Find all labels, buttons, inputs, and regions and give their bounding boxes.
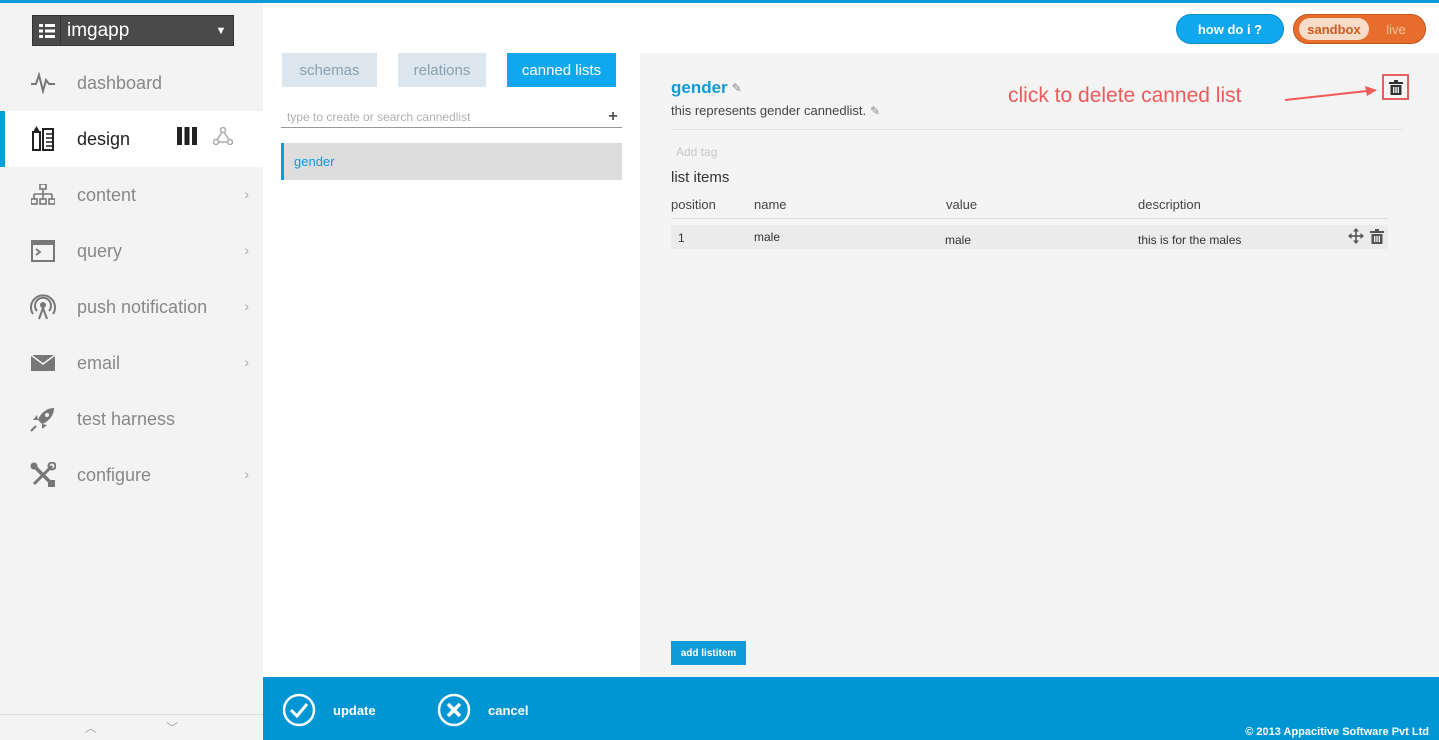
- sidebar-item-label: email: [77, 352, 121, 373]
- cancel-button[interactable]: cancel: [437, 693, 528, 727]
- column-header-position: position: [671, 197, 716, 212]
- terminal-icon: [28, 236, 58, 266]
- chevron-right-icon: ›: [244, 186, 249, 202]
- add-tag-input[interactable]: Add tag: [676, 145, 717, 159]
- chevron-up-icon[interactable]: ︿: [85, 719, 97, 736]
- sidebar-item-test-harness[interactable]: test harness: [0, 391, 263, 447]
- sidebar-item-query[interactable]: query ›: [0, 223, 263, 279]
- sidebar-item-email[interactable]: email ›: [0, 335, 263, 391]
- sidebar: imgapp ▼ dashboard design content › quer…: [0, 3, 263, 740]
- cannedlist-item[interactable]: gender: [281, 143, 622, 180]
- chevron-right-icon: ›: [244, 298, 249, 314]
- list-icon: [33, 16, 61, 45]
- update-button[interactable]: update: [282, 693, 376, 727]
- divider: [671, 129, 1403, 130]
- trash-icon: [1388, 79, 1403, 95]
- annotation-label: click to delete canned list: [1008, 84, 1242, 107]
- chevron-right-icon: ›: [244, 242, 249, 258]
- cell-name[interactable]: male: [754, 230, 780, 244]
- sidebar-scroll-controls: ︿ ﹀: [0, 714, 263, 740]
- sidebar-nav: dashboard design content › query › push …: [0, 55, 263, 503]
- divider: [671, 218, 1388, 219]
- sidebar-item-label: test harness: [77, 408, 176, 429]
- list-items-heading: list items: [671, 169, 730, 186]
- chevron-right-icon: ›: [244, 354, 249, 370]
- sidebar-item-label: content: [77, 184, 137, 205]
- cannedlist-search-input[interactable]: [281, 109, 604, 124]
- cannedlist-detail-panel: gender ✎ this represents gender cannedli…: [640, 53, 1439, 677]
- app-name: imgapp: [67, 19, 130, 41]
- sitemap-icon: [28, 180, 58, 210]
- tools-icon: [28, 460, 58, 490]
- cannedlist-title-row: gender ✎: [671, 78, 742, 98]
- design-icon: [28, 124, 58, 154]
- sidebar-item-label: design: [77, 128, 131, 149]
- column-header-name: name: [754, 197, 787, 212]
- columns-icon[interactable]: [177, 127, 197, 150]
- column-header-value: value: [946, 197, 978, 212]
- add-listitem-button[interactable]: add listitem: [671, 641, 746, 665]
- table-row: 1 male male this is for the males: [671, 225, 1388, 249]
- env-live-option[interactable]: live: [1369, 22, 1423, 37]
- chevron-right-icon: ›: [244, 466, 249, 482]
- row-actions: [1348, 228, 1384, 244]
- cell-position[interactable]: 1: [678, 231, 685, 245]
- trash-icon[interactable]: [1370, 228, 1384, 244]
- cancel-label: cancel: [488, 702, 529, 718]
- sidebar-item-design[interactable]: design: [0, 111, 263, 167]
- plus-icon[interactable]: +: [604, 108, 622, 126]
- column-header-description: description: [1138, 197, 1201, 212]
- move-icon[interactable]: [1348, 228, 1364, 244]
- design-view-switch: [177, 126, 234, 150]
- sidebar-item-dashboard[interactable]: dashboard: [0, 55, 263, 111]
- cannedlist-title[interactable]: gender: [671, 78, 728, 98]
- sidebar-item-label: dashboard: [77, 72, 163, 93]
- app-selector[interactable]: imgapp ▼: [32, 15, 234, 46]
- tab-relations[interactable]: relations: [398, 53, 486, 87]
- env-sandbox-option[interactable]: sandbox: [1299, 18, 1369, 40]
- broadcast-icon: [28, 292, 58, 322]
- sidebar-item-content[interactable]: content ›: [0, 167, 263, 223]
- how-do-i-button[interactable]: how do i ?: [1176, 14, 1284, 44]
- cannedlist-search: +: [281, 106, 622, 128]
- delete-cannedlist-button[interactable]: [1382, 74, 1409, 100]
- close-circle-icon: [437, 693, 471, 727]
- pencil-icon[interactable]: ✎: [870, 104, 880, 118]
- chevron-down-icon[interactable]: ﹀: [166, 719, 178, 736]
- pulse-icon: [28, 68, 58, 98]
- sidebar-item-label: query: [77, 240, 123, 261]
- tab-schemas[interactable]: schemas: [282, 53, 377, 87]
- copyright-text: © 2013 Appacitive Software Pvt Ltd: [1245, 726, 1429, 738]
- rocket-icon: [28, 404, 58, 434]
- graph-icon[interactable]: [212, 126, 234, 150]
- annotation-arrow-icon: [1284, 86, 1377, 101]
- cannedlist-description[interactable]: this represents gender cannedlist.: [671, 103, 866, 118]
- tab-canned-lists[interactable]: canned lists: [507, 53, 616, 87]
- sidebar-item-label: push notification: [77, 296, 208, 317]
- envelope-icon: [28, 348, 58, 378]
- sidebar-item-push-notification[interactable]: push notification ›: [0, 279, 263, 335]
- sidebar-item-configure[interactable]: configure ›: [0, 447, 263, 503]
- sidebar-item-label: configure: [77, 464, 152, 485]
- pencil-icon[interactable]: ✎: [732, 81, 742, 95]
- check-circle-icon: [282, 693, 316, 727]
- cell-description[interactable]: this is for the males: [1138, 233, 1241, 247]
- caret-down-icon: ▼: [215, 24, 227, 37]
- cannedlist-description-row: this represents gender cannedlist. ✎: [671, 103, 880, 118]
- update-label: update: [333, 702, 376, 718]
- environment-toggle[interactable]: sandbox live: [1293, 14, 1426, 44]
- footer-bar: update cancel © 2013 Appacitive Software…: [263, 677, 1439, 740]
- cell-value[interactable]: male: [945, 233, 971, 247]
